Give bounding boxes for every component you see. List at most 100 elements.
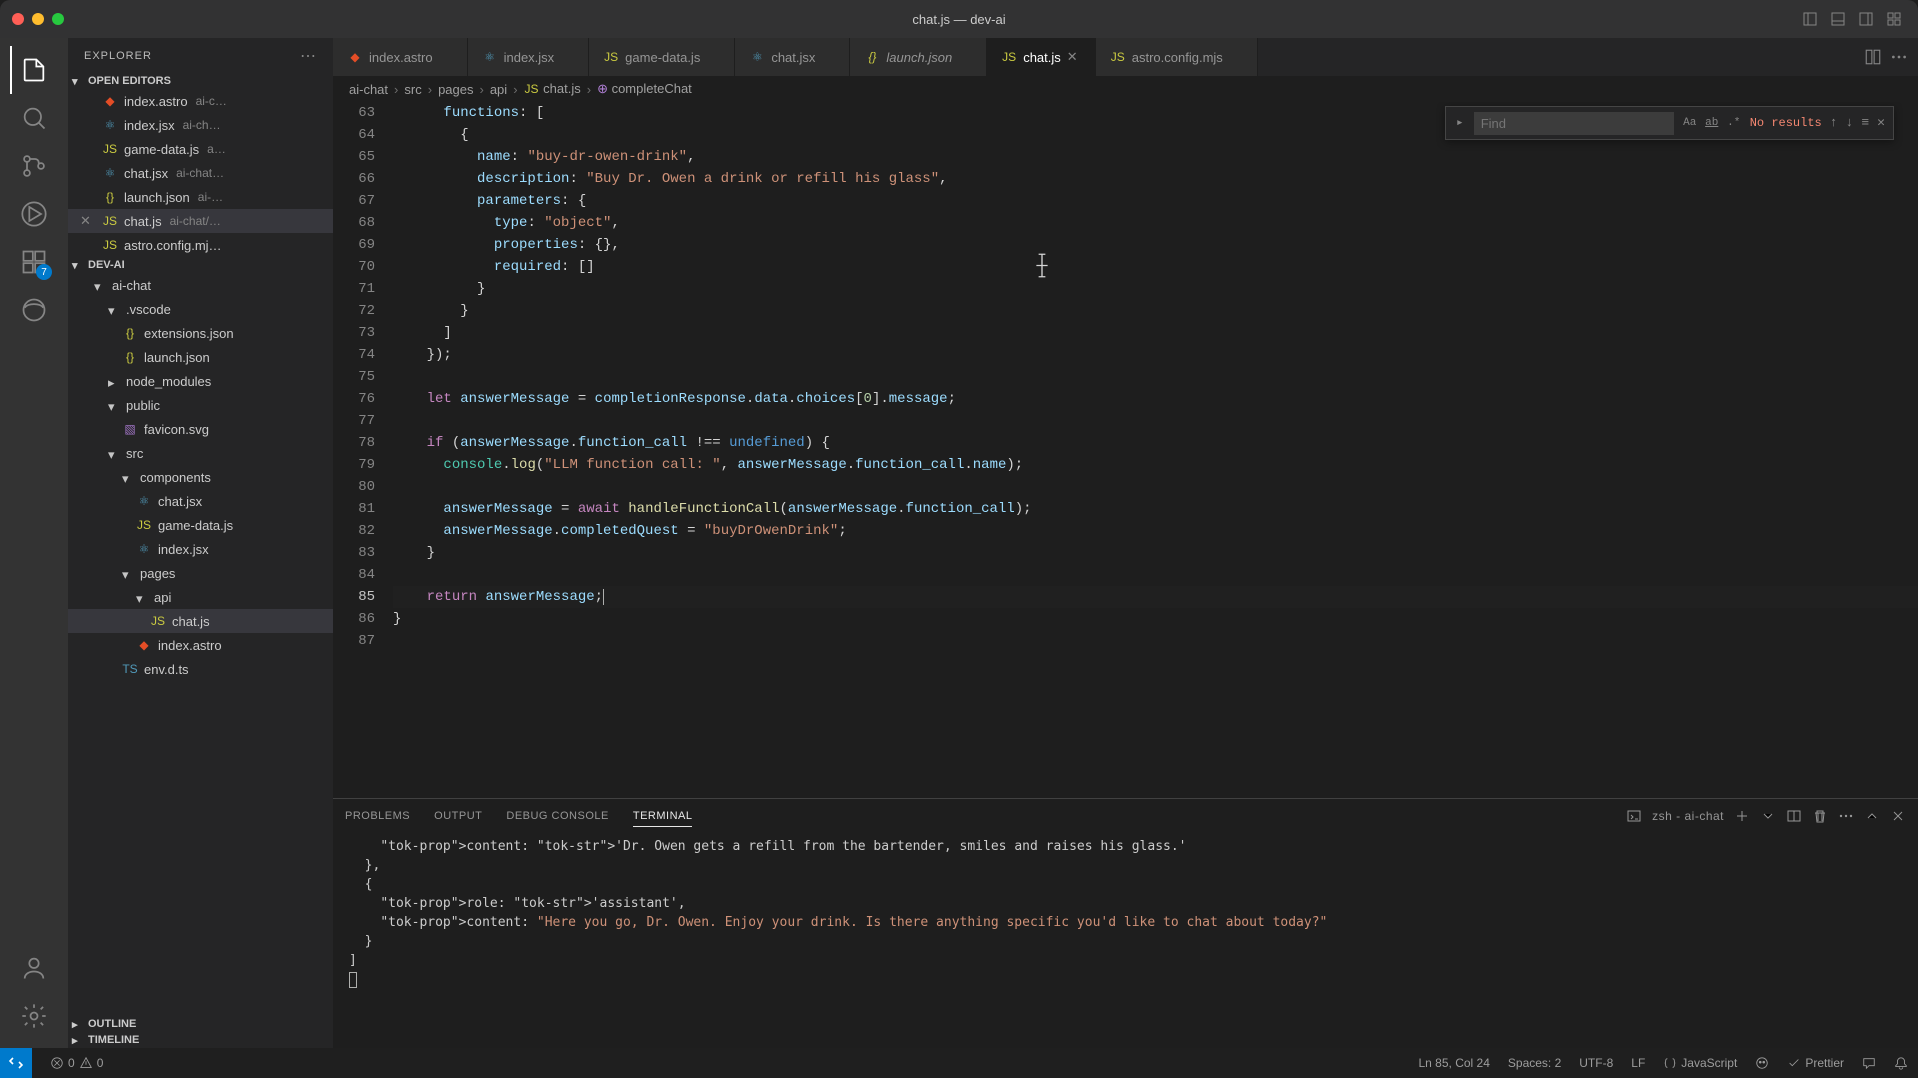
split-terminal-button[interactable] <box>1786 808 1802 824</box>
more-icon[interactable] <box>1890 48 1908 66</box>
language-mode-button[interactable]: JavaScript <box>1663 1056 1737 1070</box>
timeline-header[interactable]: ▸ TIMELINE <box>68 1032 333 1048</box>
open-editor-item[interactable]: ✕⚛index.jsxai-ch… <box>68 113 333 137</box>
close-panel-button[interactable] <box>1890 808 1906 824</box>
file-item[interactable]: {}launch.json <box>68 345 333 369</box>
text-cursor-icon <box>1033 252 1051 276</box>
file-item[interactable]: JSgame-data.js <box>68 513 333 537</box>
editor-tab[interactable]: JSgame-data.js✕ <box>589 38 735 76</box>
close-icon[interactable]: ✕ <box>80 213 96 229</box>
activity-settings[interactable] <box>10 992 58 1040</box>
jsx-file-icon: ⚛ <box>482 49 498 65</box>
activity-source-control[interactable] <box>10 142 58 190</box>
breadcrumb-item[interactable]: JS chat.js <box>524 81 581 97</box>
folder-item[interactable]: ▾components <box>68 465 333 489</box>
folder-item[interactable]: ▸node_modules <box>68 369 333 393</box>
open-editor-item[interactable]: ✕JSastro.config.mj… <box>68 233 333 257</box>
folder-item[interactable]: ▾api <box>68 585 333 609</box>
close-window-button[interactable] <box>12 13 24 25</box>
find-filter-button[interactable]: ≡ <box>1859 110 1871 136</box>
breadcrumb-item[interactable]: pages <box>438 82 473 97</box>
editor-tab[interactable]: JSastro.config.mjs✕ <box>1096 38 1258 76</box>
open-editor-item[interactable]: ✕◆index.astroai-c… <box>68 89 333 113</box>
cursor-position[interactable]: Ln 85, Col 24 <box>1419 1056 1490 1070</box>
activity-extensions[interactable]: 7 <box>10 238 58 286</box>
editor-tab[interactable]: ⚛chat.jsx✕ <box>735 38 850 76</box>
activity-search[interactable] <box>10 94 58 142</box>
activity-debug[interactable] <box>10 190 58 238</box>
remote-button[interactable] <box>0 1048 32 1078</box>
find-expand-button[interactable]: ▸ <box>1452 112 1468 134</box>
editor-tab[interactable]: {}launch.json✕ <box>850 38 987 76</box>
kill-terminal-button[interactable] <box>1812 808 1828 824</box>
explorer-more-button[interactable]: ⋯ <box>300 46 317 66</box>
folder-item[interactable]: ▾.vscode <box>68 297 333 321</box>
file-item[interactable]: TSenv.d.ts <box>68 657 333 681</box>
terminal-dropdown-button[interactable] <box>1760 808 1776 824</box>
activity-explorer[interactable] <box>10 46 58 94</box>
toggle-primary-sidebar-button[interactable] <box>1798 9 1822 29</box>
open-editor-item[interactable]: ✕JSchat.jsai-chat/… <box>68 209 333 233</box>
find-close-button[interactable]: ✕ <box>1875 110 1887 136</box>
maximize-window-button[interactable] <box>52 13 64 25</box>
copilot-button[interactable] <box>1755 1056 1769 1070</box>
compare-icon[interactable] <box>1864 48 1882 66</box>
terminal-name[interactable]: zsh - ai-chat <box>1652 809 1724 823</box>
open-editor-item[interactable]: ✕{}launch.jsonai-… <box>68 185 333 209</box>
folder-item[interactable]: ▾src <box>68 441 333 465</box>
project-header[interactable]: ▾ DEV-AI <box>68 257 333 273</box>
regex-button[interactable]: .* <box>1724 113 1744 133</box>
file-item[interactable]: ⚛chat.jsx <box>68 489 333 513</box>
terminal-profile-icon[interactable] <box>1626 808 1642 824</box>
file-item[interactable]: JSchat.js <box>68 609 333 633</box>
js-file-icon: JS <box>1001 49 1017 65</box>
activity-edge[interactable] <box>10 286 58 334</box>
activity-accounts[interactable] <box>10 944 58 992</box>
folder-item[interactable]: ▾public <box>68 393 333 417</box>
minimize-window-button[interactable] <box>32 13 44 25</box>
breadcrumb-item[interactable]: api <box>490 82 507 97</box>
encoding-button[interactable]: UTF-8 <box>1579 1056 1613 1070</box>
file-item[interactable]: ◆index.astro <box>68 633 333 657</box>
editor-tab[interactable]: ◆index.astro✕ <box>333 38 468 76</box>
folder-item[interactable]: ▾ai-chat <box>68 273 333 297</box>
file-item[interactable]: ⚛index.jsx <box>68 537 333 561</box>
panel-tab[interactable]: TERMINAL <box>633 806 693 827</box>
file-item[interactable]: {}extensions.json <box>68 321 333 345</box>
open-editors-header[interactable]: ▾ OPEN EDITORS <box>68 73 333 89</box>
new-terminal-button[interactable] <box>1734 808 1750 824</box>
customize-layout-button[interactable] <box>1882 9 1906 29</box>
maximize-panel-button[interactable] <box>1864 808 1880 824</box>
editor-tab[interactable]: JSchat.js✕ <box>987 38 1096 76</box>
toggle-panel-button[interactable] <box>1826 9 1850 29</box>
panel-tab[interactable]: OUTPUT <box>434 806 482 826</box>
prettier-button[interactable]: Prettier <box>1787 1056 1844 1070</box>
file-item[interactable]: ▧favicon.svg <box>68 417 333 441</box>
panel-tab[interactable]: DEBUG CONSOLE <box>506 806 608 826</box>
breadcrumb-item[interactable]: ⊕ completeChat <box>597 81 692 97</box>
problems-button[interactable]: 0 0 <box>50 1056 103 1070</box>
open-editor-item[interactable]: ✕⚛chat.jsxai-chat… <box>68 161 333 185</box>
close-icon[interactable]: ✕ <box>1067 49 1081 65</box>
eol-button[interactable]: LF <box>1631 1056 1645 1070</box>
folder-item[interactable]: ▾pages <box>68 561 333 585</box>
feedback-button[interactable] <box>1862 1056 1876 1070</box>
find-next-button[interactable]: ↓ <box>1844 110 1856 136</box>
code-editor[interactable]: 6364656667686970717273747576777879808182… <box>333 102 1918 798</box>
match-case-button[interactable]: Aa <box>1680 113 1700 133</box>
match-whole-word-button[interactable]: ab <box>1702 113 1722 133</box>
find-prev-button[interactable]: ↑ <box>1828 110 1840 136</box>
outline-header[interactable]: ▸ OUTLINE <box>68 1016 333 1032</box>
breadcrumb-item[interactable]: src <box>404 82 421 97</box>
breadcrumb-item[interactable]: ai-chat <box>349 82 388 97</box>
editor-tab[interactable]: ⚛index.jsx✕ <box>468 38 590 76</box>
more-icon[interactable] <box>1838 808 1854 824</box>
panel-tab[interactable]: PROBLEMS <box>345 806 410 826</box>
notifications-button[interactable] <box>1894 1056 1908 1070</box>
breadcrumbs[interactable]: ai-chat›src›pages›api›JS chat.js›⊕ compl… <box>333 76 1918 102</box>
toggle-secondary-sidebar-button[interactable] <box>1854 9 1878 29</box>
find-input[interactable] <box>1474 112 1674 135</box>
indentation-button[interactable]: Spaces: 2 <box>1508 1056 1561 1070</box>
terminal-output[interactable]: "tok-prop">content: "tok-str">'Dr. Owen … <box>333 833 1918 1048</box>
open-editor-item[interactable]: ✕JSgame-data.jsa… <box>68 137 333 161</box>
